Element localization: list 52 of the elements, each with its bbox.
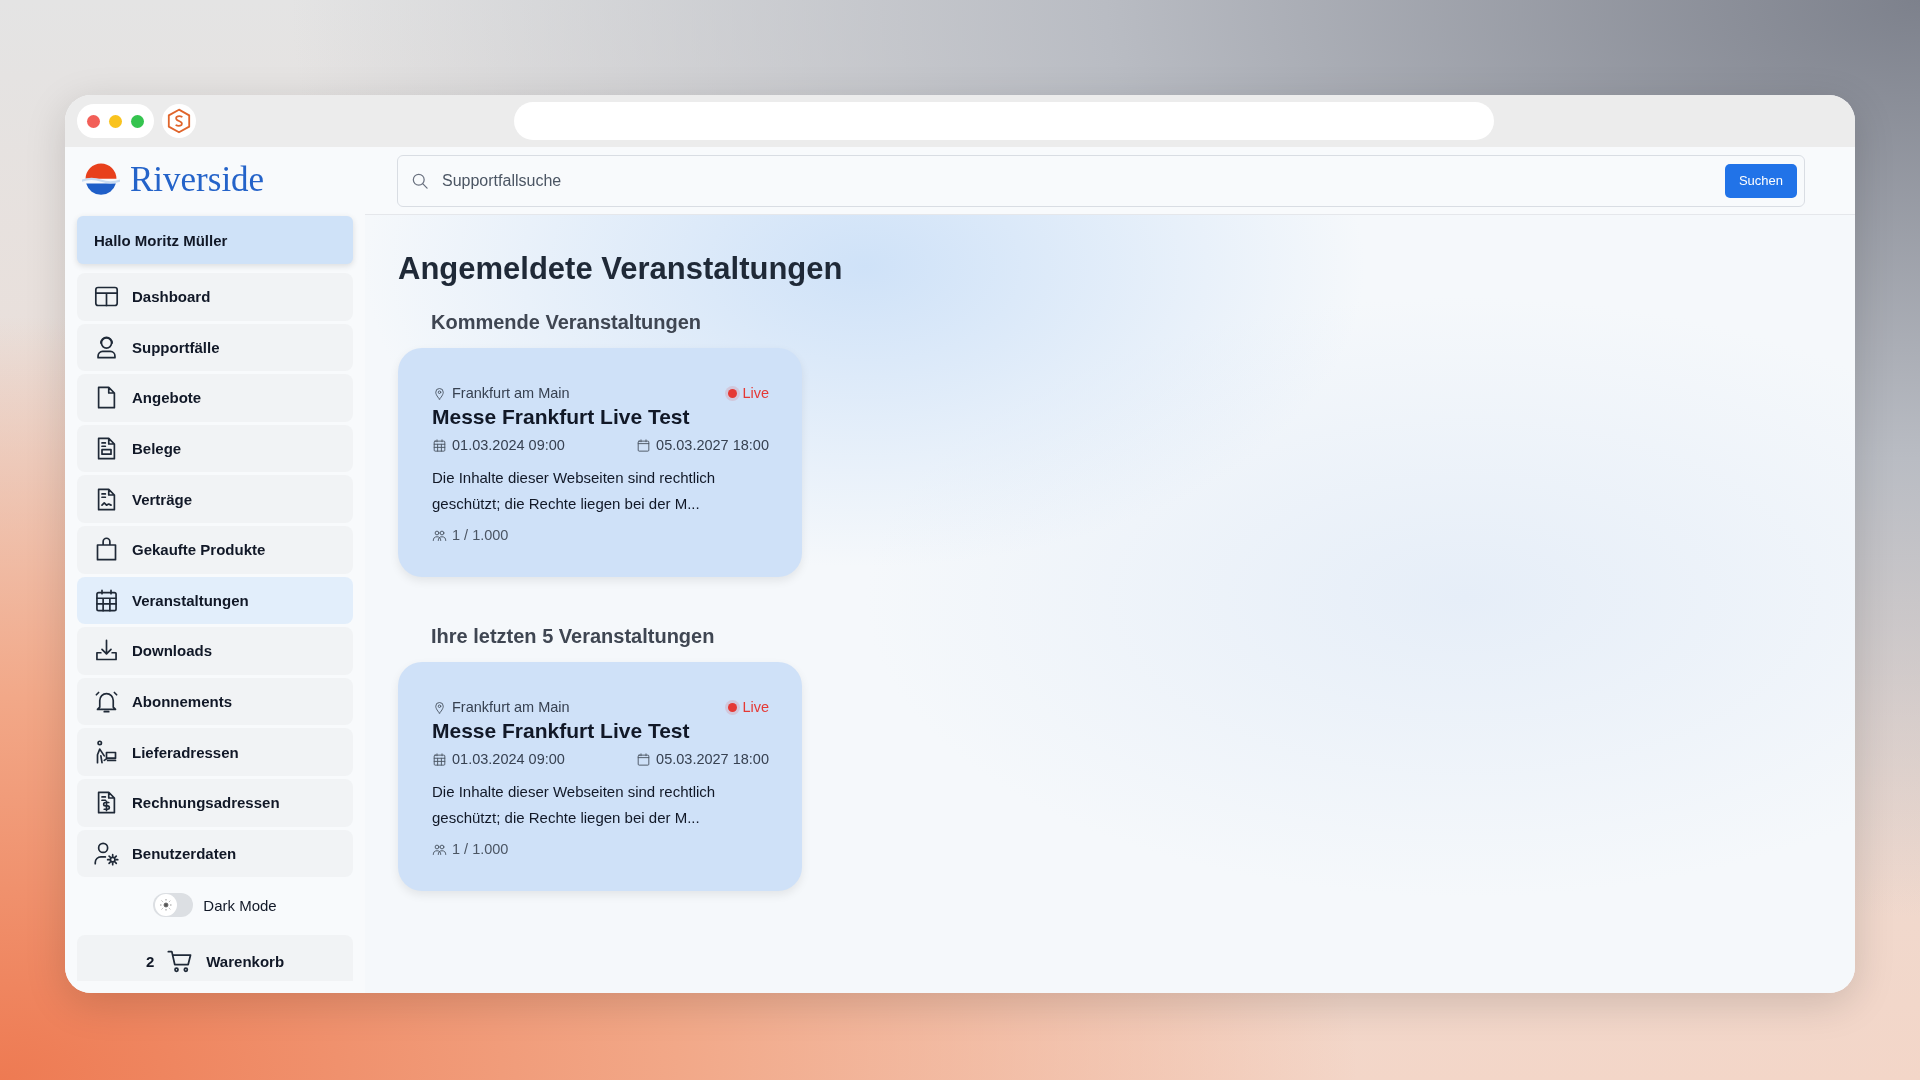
search-button[interactable]: Suchen <box>1724 163 1797 198</box>
sidebar-item[interactable]: Angebote <box>77 374 353 422</box>
dark-mode-label: Dark Mode <box>203 896 277 914</box>
cart-count: 2 <box>145 952 155 970</box>
brand-name: Riverside <box>130 160 265 200</box>
calendar-icon <box>636 437 652 453</box>
maximize-icon[interactable] <box>131 114 144 128</box>
section-heading: Ihre letzten 5 Veranstaltungen <box>431 625 716 648</box>
hexagon-s-icon[interactable] <box>162 104 196 138</box>
event-start: 01.03.2024 09:00 <box>452 751 565 767</box>
sidebar-item[interactable]: Abonnements <box>77 677 353 726</box>
event-title: Messe Frankfurt Live Test <box>432 719 691 743</box>
sidebar-item[interactable]: Verträge <box>77 475 353 523</box>
event-description: Die Inhalte dieser Webseiten sind rechtlich geschützt; die Rechte liegen bei der M... <box>432 782 717 828</box>
sidebar-item[interactable]: Veranstaltungen <box>77 576 353 625</box>
section-heading: Kommende Veranstaltungen <box>431 311 703 334</box>
live-dot-icon <box>728 388 738 398</box>
map-pin-icon <box>432 699 447 715</box>
live-status: Live <box>742 385 769 401</box>
event-end: 05.03.2027 18:00 <box>656 437 769 453</box>
event-title: Messe Frankfurt Live Test <box>432 405 691 429</box>
minimize-icon[interactable] <box>109 114 122 128</box>
event-description: Die Inhalte dieser Webseiten sind rechtlich geschützt; die Rechte liegen bei der M... <box>432 468 717 514</box>
attendee-count: 1 / 1.000 <box>452 527 509 543</box>
page-title: Angemeldete Veranstaltungen <box>398 251 844 287</box>
sidebar-item[interactable]: Lieferadressen <box>77 728 353 776</box>
event-card[interactable]: Frankfurt am Main Live Messe Frankfurt Live Test 01.03.2024 09:00 05.03.2027 18:00 Die Inhalte dieser Webseiten sind rechtlich geschützt; die Rechte liegen bei der M... 1 / 1.000 <box>398 348 802 577</box>
event-end: 05.03.2027 18:00 <box>656 751 769 767</box>
calendar-grid-icon <box>432 751 447 767</box>
dark-mode-toggle[interactable] <box>153 893 194 918</box>
search-field[interactable]: Supportfallsuche Suchen <box>397 154 1805 207</box>
sidebar-item[interactable]: Downloads <box>77 627 353 675</box>
live-status: Live <box>742 699 769 715</box>
map-pin-icon <box>432 385 447 401</box>
event-location: Frankfurt am Main <box>452 385 570 401</box>
sidebar-item[interactable]: Supportfälle <box>77 323 353 372</box>
greeting-banner: Hallo Moritz Müller <box>77 216 353 264</box>
calendar-grid-icon <box>432 437 447 453</box>
event-card[interactable]: Frankfurt am Main Live Messe Frankfurt Live Test 01.03.2024 09:00 05.03.2027 18:00 Die Inhalte dieser Webseiten sind rechtlich geschützt; die Rechte liegen bei der M... 1 / 1.000 <box>398 662 802 891</box>
live-dot-icon <box>728 702 738 712</box>
cart-button[interactable]: 2 Warenkorb <box>77 935 353 982</box>
sidebar-item[interactable]: Dashboard <box>77 273 353 321</box>
calendar-icon <box>636 751 652 767</box>
sidebar-item[interactable]: Rechnungsadressen <box>77 778 353 827</box>
sidebar-item[interactable]: Benutzerdaten <box>77 829 353 878</box>
event-location: Frankfurt am Main <box>452 699 570 715</box>
event-start: 01.03.2024 09:00 <box>452 437 565 453</box>
cart-label: Warenkorb <box>206 952 285 970</box>
sidebar-item[interactable]: Gekaufte Produkte <box>77 525 353 574</box>
sidebar-item[interactable]: Belege <box>77 424 353 473</box>
close-icon[interactable] <box>87 114 100 128</box>
attendee-count: 1 / 1.000 <box>452 841 509 857</box>
